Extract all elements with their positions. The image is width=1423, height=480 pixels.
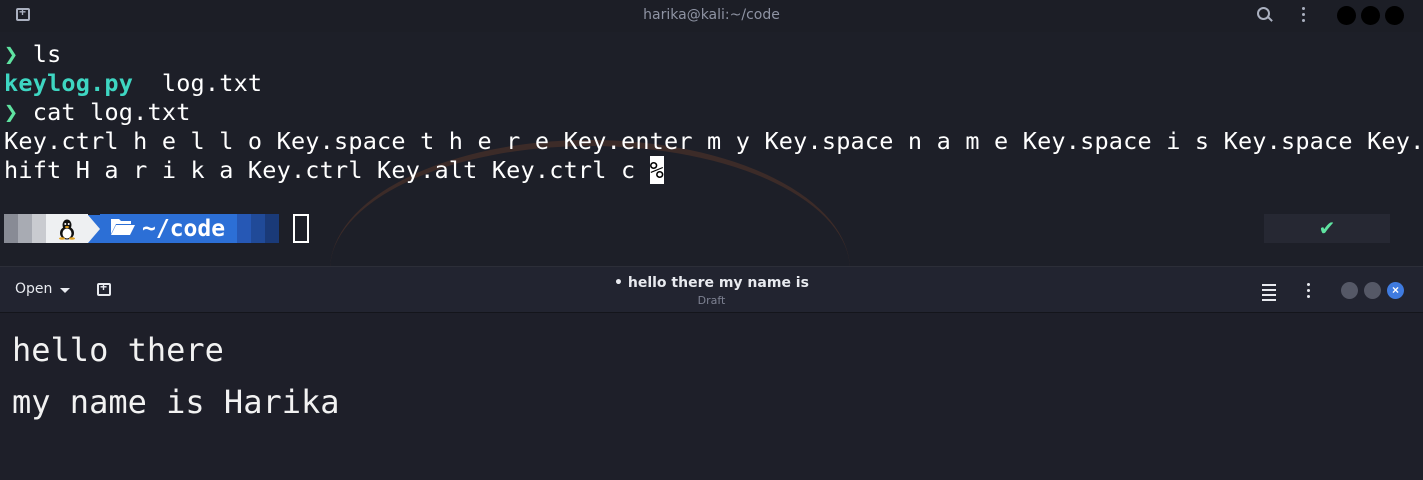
status-ok-icon: ✔: [1264, 214, 1390, 243]
directory-label: ~/code: [142, 215, 226, 242]
prompt-arrow-icon: ❯: [4, 98, 19, 126]
maximize-button[interactable]: [1361, 6, 1380, 25]
document-subtitle: Draft: [697, 294, 726, 307]
editor-line: hello there: [12, 331, 224, 369]
file-name: log.txt: [161, 69, 263, 97]
menu-icon[interactable]: [1302, 7, 1306, 25]
editor-text-area[interactable]: hello there my name is Harika: [12, 330, 340, 434]
prompt-arrow-icon: ❯: [4, 40, 19, 68]
terminal-title: harika@kali:~/code: [643, 7, 780, 23]
terminal-line: Key.ctrl h e l l o Key.space t h e r e K…: [4, 127, 1423, 155]
terminal-cursor: [293, 214, 310, 243]
terminal-line: ❯ cat log.txt: [4, 98, 1423, 127]
terminal-line: ❯ ls: [4, 40, 1423, 69]
terminal-output[interactable]: ❯ ls keylog.py log.txt ❯ cat log.txt Key…: [4, 40, 1423, 185]
terminal-window: harika@kali:~/code ❯ ls keylog.py log.tx…: [0, 0, 1423, 266]
output-text: hift H a r i k a Key.ctrl Key.alt Key.ct…: [4, 156, 650, 184]
folder-open-icon: [110, 216, 136, 242]
command-text: ls: [32, 40, 62, 68]
terminal-line: keylog.py log.txt: [4, 69, 1423, 98]
text-editor-window: Open • hello there my name is Draft × he…: [0, 266, 1423, 480]
document-title: • hello there my name is: [614, 275, 809, 291]
editor-headerbar: Open • hello there my name is Draft ×: [0, 267, 1423, 313]
close-button[interactable]: [1385, 6, 1404, 25]
minimize-button[interactable]: [1337, 6, 1356, 25]
document-list-icon[interactable]: [1262, 284, 1276, 304]
editor-title-area: • hello there my name is Draft: [0, 275, 1423, 307]
maximize-button[interactable]: [1364, 282, 1381, 299]
close-button[interactable]: ×: [1387, 282, 1404, 299]
search-icon[interactable]: [1256, 6, 1274, 24]
command-text: cat log.txt: [32, 98, 191, 126]
no-newline-marker: %: [649, 156, 665, 184]
linux-icon: [46, 214, 88, 243]
editor-line: my name is Harika: [12, 383, 340, 421]
terminal-titlebar: harika@kali:~/code: [0, 0, 1423, 32]
terminal-line: hift H a r i k a Key.ctrl Key.alt Key.ct…: [4, 156, 1423, 185]
powerline-prompt: ~/code: [4, 214, 310, 243]
file-name: keylog.py: [4, 69, 134, 97]
current-directory: ~/code: [100, 214, 238, 243]
menu-icon[interactable]: [1307, 283, 1311, 301]
minimize-button[interactable]: [1341, 282, 1358, 299]
